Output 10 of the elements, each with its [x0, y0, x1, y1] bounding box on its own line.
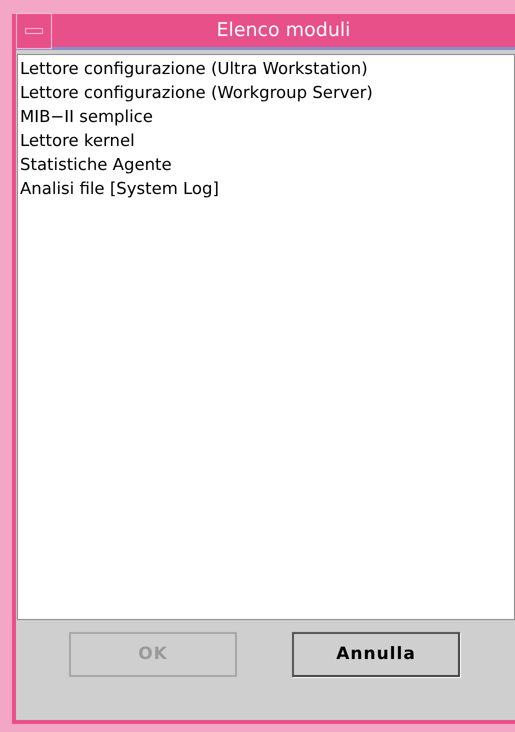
list-item[interactable]: Statistiche Agente — [18, 153, 514, 177]
list-item[interactable]: Lettore configurazione (Workgroup Server) — [18, 81, 514, 105]
list-item[interactable]: Analisi file [System Log] — [18, 177, 514, 201]
window-title: Elenco moduli — [216, 18, 352, 44]
list-item[interactable]: Lettore configurazione (Ultra Workstation) — [18, 57, 514, 81]
list-item[interactable]: MIB−II semplice — [18, 105, 514, 129]
minimize-icon — [25, 28, 43, 34]
cancel-button[interactable]: Annulla — [292, 632, 460, 677]
window-menu-button[interactable] — [16, 12, 52, 48]
list-item[interactable]: Lettore kernel — [18, 129, 514, 153]
